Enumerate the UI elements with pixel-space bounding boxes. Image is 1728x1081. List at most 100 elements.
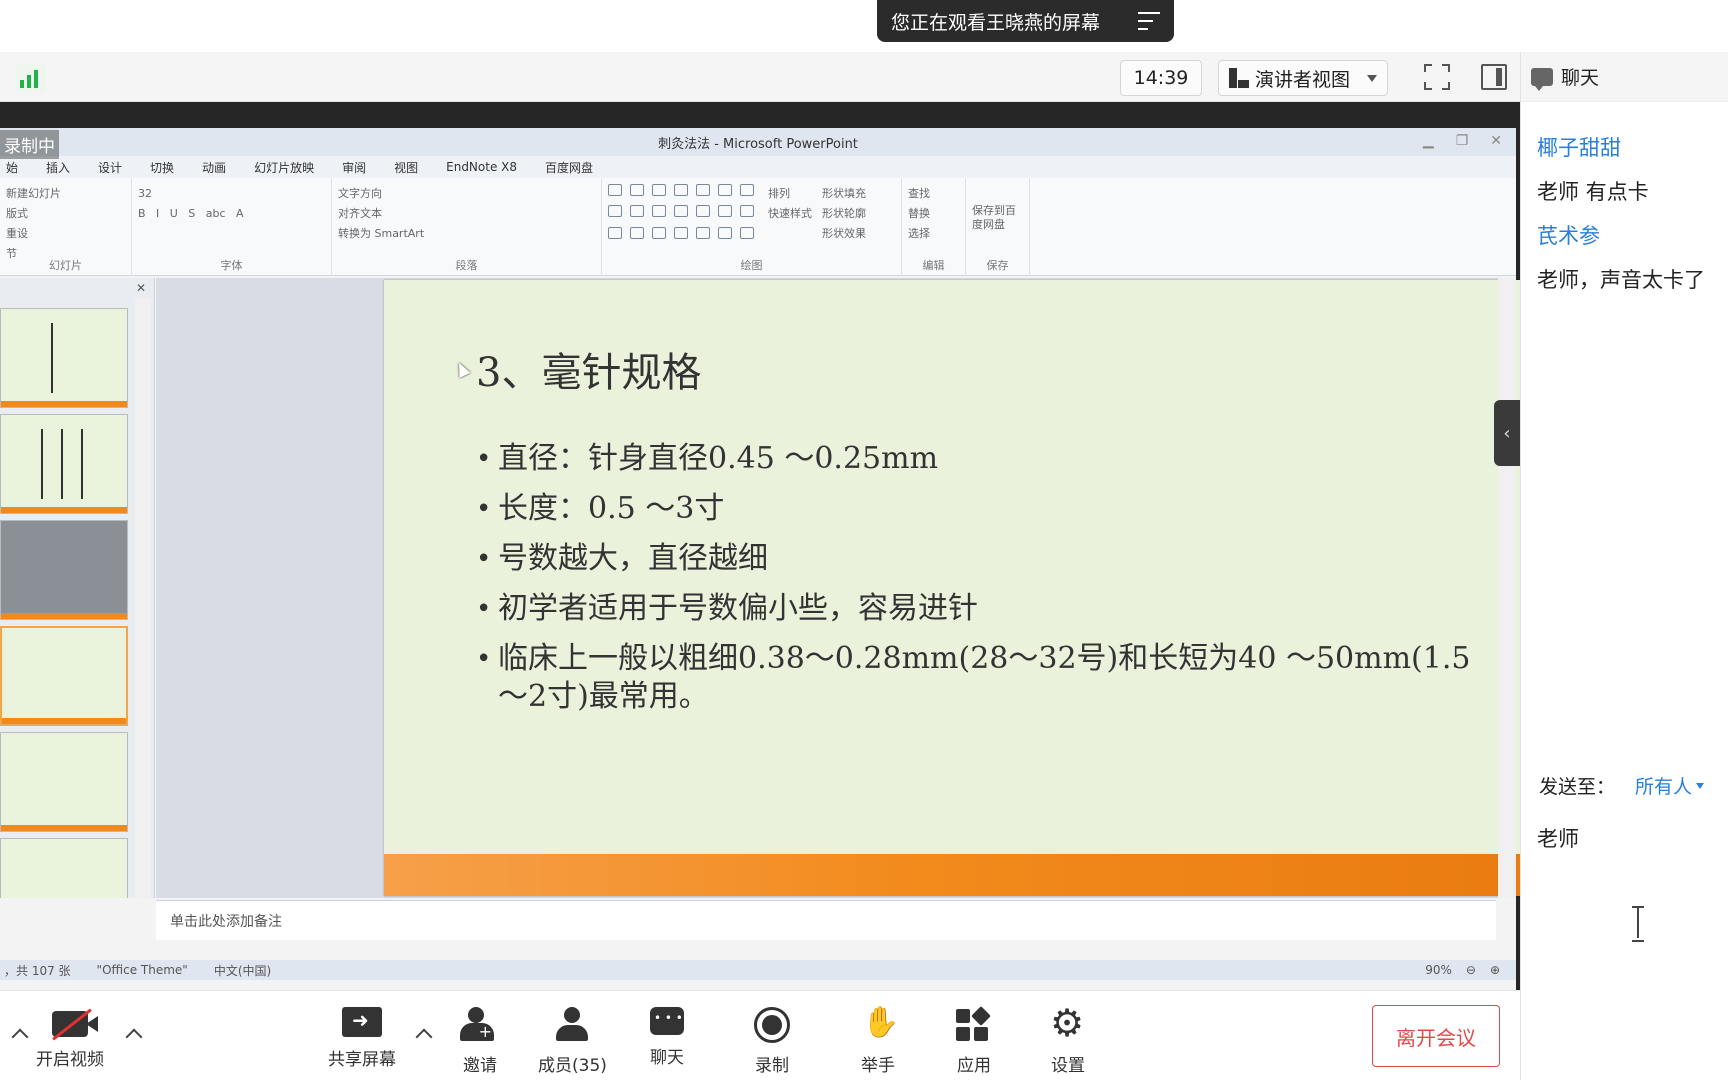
smartart-button[interactable]: 转换为 SmartArt — [338, 224, 595, 244]
ribbon-group-paragraph: 文字方向 对齐文本 转换为 SmartArt 段落 — [332, 178, 602, 276]
chevron-up-icon[interactable] — [125, 1028, 143, 1046]
font-size-field[interactable]: 32 — [138, 184, 325, 204]
fullscreen-icon[interactable] — [1424, 64, 1450, 90]
layout-button[interactable]: 版式 — [6, 204, 125, 224]
arrange-button[interactable]: 排列 — [768, 184, 812, 204]
reset-button[interactable]: 重设 — [6, 224, 125, 244]
shape-fill-button[interactable]: 形状填充 — [822, 184, 866, 204]
thumbnails-scrollbar[interactable] — [135, 298, 151, 898]
tab-baidu[interactable]: 百度网盘 — [545, 159, 593, 176]
record-button[interactable]: 录制 — [754, 991, 790, 1081]
shapes-gallery[interactable] — [608, 184, 758, 244]
banner-menu-icon[interactable] — [1138, 12, 1160, 30]
ribbon-group-label: 幻灯片 — [49, 259, 82, 272]
new-slide-button[interactable]: 新建幻灯片 — [6, 184, 125, 204]
ribbon-group-label: 编辑 — [922, 259, 945, 272]
raise-hand-label: 举手 — [861, 1056, 895, 1076]
editor-scrollbar[interactable] — [1498, 278, 1516, 898]
ribbon-group-editing: 查找 替换 选择 编辑 — [902, 178, 966, 276]
shape-effects-button[interactable]: 形状效果 — [822, 224, 866, 244]
chevron-up-icon[interactable] — [415, 1028, 433, 1046]
slide-thumbnail[interactable] — [0, 520, 128, 620]
collapse-panel-handle[interactable]: ‹ — [1494, 400, 1520, 466]
ribbon-group-label: 段落 — [455, 259, 478, 272]
close-icon[interactable]: ✕ — [1490, 133, 1502, 149]
hand-icon — [858, 1005, 899, 1043]
tab-slideshow[interactable]: 幻灯片放映 — [254, 159, 314, 176]
start-video-button[interactable]: 开启视频 — [36, 991, 104, 1081]
slide-thumbnail[interactable] — [0, 414, 128, 514]
restore-icon[interactable]: ❐ — [1456, 133, 1469, 149]
members-label: 成员(35) — [538, 1056, 607, 1076]
chat-message-input[interactable] — [1537, 808, 1717, 868]
minimize-icon[interactable]: ▁ — [1423, 133, 1434, 149]
notes-pane[interactable]: 单击此处添加备注 — [156, 900, 1496, 940]
text-direction-button[interactable]: 文字方向 — [338, 184, 595, 204]
apps-button[interactable]: 应用 — [954, 991, 994, 1081]
toggle-side-panel-icon[interactable] — [1481, 64, 1507, 90]
meeting-toolbar: 开启视频 共享屏幕 邀请 成员(35) 聊天 录制 举手 应用 设置 离开会议 — [0, 990, 1520, 1080]
ribbon-group-label: 绘图 — [740, 259, 763, 272]
tab-insert[interactable]: 插入 — [46, 159, 70, 176]
shape-outline-button[interactable]: 形状轮廓 — [822, 204, 866, 224]
select-button[interactable]: 选择 — [908, 224, 959, 244]
text-cursor-icon — [1632, 906, 1644, 942]
shared-screen: 刺灸法法 - Microsoft PowerPoint ▁ ❐ ✕ 始 插入 设… — [0, 102, 1582, 990]
slide-thumbnail[interactable] — [0, 732, 128, 832]
chevron-up-icon[interactable] — [11, 1028, 29, 1046]
zoom-in-icon[interactable]: ⊕ — [1490, 963, 1500, 977]
save-to-baidu-button[interactable]: 保存到百度网盘 — [972, 184, 1023, 232]
find-button[interactable]: 查找 — [908, 184, 959, 204]
tab-design[interactable]: 设计 — [98, 159, 122, 176]
tab-home[interactable]: 始 — [6, 159, 18, 176]
ppt-window-title: 刺灸法法 - Microsoft PowerPoint — [658, 136, 858, 152]
slide-bullet-list: 直径：针身直径0.45 ～0.25mm 长度：0.5 ～3寸 号数越大，直径越细… — [476, 440, 1476, 728]
share-screen-button[interactable]: 共享屏幕 — [328, 991, 396, 1081]
record-label: 录制 — [755, 1056, 789, 1076]
slide-thumbnail[interactable] — [0, 838, 128, 898]
view-mode-label: 演讲者视图 — [1255, 68, 1351, 91]
raise-hand-button[interactable]: 举手 — [858, 991, 899, 1081]
chat-sender-name[interactable]: 芪术参 — [1537, 214, 1728, 258]
font-format-buttons[interactable]: B I U S abc A — [138, 204, 325, 224]
tab-transitions[interactable]: 切换 — [150, 159, 174, 176]
slide-bullet: 直径：针身直径0.45 ～0.25mm — [476, 440, 1476, 478]
chat-button[interactable]: 聊天 — [650, 991, 684, 1081]
invite-button[interactable]: 邀请 — [460, 991, 500, 1081]
apps-label: 应用 — [957, 1056, 991, 1076]
members-button[interactable]: 成员(35) — [538, 991, 607, 1081]
view-mode-dropdown[interactable]: 演讲者视图 — [1218, 60, 1388, 96]
mouse-cursor-icon — [453, 360, 471, 378]
slide-bullet: 号数越大，直径越细 — [476, 540, 1476, 578]
slide-title: 3、毫针规格 — [476, 350, 702, 396]
start-video-label: 开启视频 — [36, 1050, 104, 1070]
slide-count: ，共 107 张 — [4, 963, 71, 978]
align-text-button[interactable]: 对齐文本 — [338, 204, 595, 224]
leave-meeting-button[interactable]: 离开会议 — [1372, 1005, 1500, 1067]
tab-animations[interactable]: 动画 — [202, 159, 226, 176]
close-pane-icon[interactable]: ✕ — [136, 281, 146, 295]
slide-thumbnail-current[interactable] — [0, 626, 128, 726]
send-to-dropdown[interactable]: 所有人 — [1635, 772, 1705, 799]
send-to-label: 发送至： — [1539, 776, 1616, 798]
network-signal-icon[interactable] — [16, 64, 46, 92]
settings-button[interactable]: 设置 — [1048, 991, 1088, 1081]
quick-styles-button[interactable]: 快速样式 — [768, 204, 812, 224]
chat-label: 聊天 — [650, 1048, 684, 1068]
zoom-out-icon[interactable]: ⊖ — [1466, 963, 1476, 977]
ribbon-group-label: 字体 — [220, 259, 243, 272]
tab-view[interactable]: 视图 — [394, 159, 418, 176]
tab-endnote[interactable]: EndNote X8 — [446, 160, 517, 174]
slide-thumbnail[interactable] — [0, 308, 128, 408]
tab-review[interactable]: 审阅 — [342, 159, 366, 176]
ppt-workspace: ✕ 3、毫针规格 直径：针身直径0.45 ～0.25mm 长度：0.5 ～3寸 … — [0, 278, 1582, 994]
ppt-status-bar: ，共 107 张 "Office Theme" 中文(中国) 90% ⊖ ⊕ — [0, 960, 1516, 980]
slide-bullet: 长度：0.5 ～3寸 — [476, 490, 1476, 528]
theme-name: "Office Theme" — [96, 963, 188, 977]
zoom-level[interactable]: 90% — [1425, 963, 1452, 977]
chat-sender-name[interactable]: 椰子甜甜 — [1537, 126, 1728, 170]
replace-button[interactable]: 替换 — [908, 204, 959, 224]
chat-message-text: 老师 有点卡 — [1537, 180, 1649, 204]
current-slide[interactable]: 3、毫针规格 直径：针身直径0.45 ～0.25mm 长度：0.5 ～3寸 号数… — [384, 280, 1582, 896]
share-screen-label: 共享屏幕 — [328, 1050, 396, 1070]
